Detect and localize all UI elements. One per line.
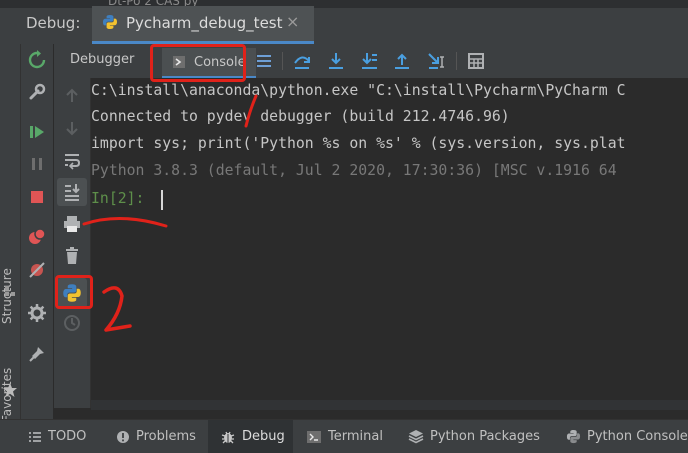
scroll-to-end-button[interactable] <box>57 178 87 206</box>
console-prompt: In[2]: <box>91 190 145 207</box>
bottom-tab-python-packages-label: Python Packages <box>430 429 540 444</box>
step-out-icon[interactable] <box>392 51 412 71</box>
stop-icon[interactable] <box>27 187 47 207</box>
console-input-caret[interactable] <box>161 190 163 210</box>
debug-toolbar <box>21 44 54 419</box>
debug-session-title: Pycharm_debug_test <box>126 14 283 32</box>
bottom-tab-python-console-label: Python Console <box>587 429 688 444</box>
bottom-tab-problems[interactable]: Problems <box>116 420 196 453</box>
scroll-to-end-icon <box>65 184 80 201</box>
console-line-version: Python 3.8.3 (default, Jul 2 2020, 17:30… <box>91 162 617 179</box>
tab-debugger[interactable]: Debugger <box>70 52 134 67</box>
trash-icon[interactable] <box>62 246 82 266</box>
python-icon <box>566 429 581 444</box>
python-icon <box>103 15 117 29</box>
debug-session-tab[interactable]: Pycharm_debug_test × <box>92 6 314 44</box>
view-breakpoints-icon[interactable] <box>27 227 47 247</box>
arrow-down-icon[interactable] <box>62 118 82 138</box>
console-line-connected: Connected to pydev debugger (build 212.4… <box>91 108 510 125</box>
console-horizontal-scrollbar[interactable] <box>91 400 688 410</box>
console-toolbar <box>54 78 91 408</box>
pause-icon[interactable] <box>27 154 47 174</box>
evaluate-expression-icon[interactable] <box>466 51 486 71</box>
debug-header: Dt-Po 2 CAS py Debug: Pycharm_debug_test… <box>0 0 688 45</box>
problems-icon <box>117 430 129 443</box>
soft-wrap-icon[interactable] <box>62 150 82 170</box>
step-into-my-code-icon[interactable] <box>359 51 379 71</box>
annotation-console-highlight <box>150 44 246 82</box>
bottom-tab-python-console[interactable]: Python Console <box>566 420 688 453</box>
step-over-icon[interactable] <box>292 51 312 71</box>
close-icon[interactable]: × <box>286 12 299 31</box>
star-icon <box>3 383 17 397</box>
bottom-tab-debug-label: Debug <box>242 429 285 444</box>
step-into-icon[interactable] <box>326 51 346 71</box>
left-tool-strip: Structure Favorites <box>0 44 21 422</box>
console-line-command: C:\install\anaconda\python.exe "C:\insta… <box>91 82 626 99</box>
run-to-cursor-icon[interactable] <box>426 51 448 71</box>
pin-icon[interactable] <box>27 344 47 364</box>
bottom-tab-todo-label: TODO <box>48 429 87 444</box>
history-icon[interactable] <box>62 313 82 333</box>
bug-icon <box>221 431 235 443</box>
terminal-icon <box>307 430 321 443</box>
print-icon[interactable] <box>62 214 82 234</box>
mute-breakpoints-icon[interactable] <box>27 260 47 280</box>
bottom-tab-todo[interactable]: TODO <box>28 420 86 453</box>
bottom-tab-python-packages[interactable]: Python Packages <box>408 420 540 453</box>
debug-window-label: Debug: <box>26 14 81 32</box>
todo-list-icon <box>29 431 41 442</box>
threads-frames-icon[interactable] <box>254 51 274 71</box>
bottom-tab-terminal-label: Terminal <box>328 429 383 444</box>
rerun-icon[interactable] <box>27 50 47 70</box>
structure-icon <box>5 286 15 296</box>
bottom-tab-terminal[interactable]: Terminal <box>306 420 383 453</box>
settings-wrench-icon[interactable] <box>27 82 47 102</box>
gear-icon[interactable] <box>27 303 47 323</box>
resume-icon[interactable] <box>27 122 47 142</box>
packages-icon <box>408 429 424 443</box>
console-line-import: import sys; print('Python %s on %s' % (s… <box>91 135 626 152</box>
console-output[interactable]: C:\install\anaconda\python.exe "C:\insta… <box>91 78 688 408</box>
bottom-tool-bar: TODO Problems Debug Terminal Python Pack… <box>0 419 688 453</box>
arrow-up-icon[interactable] <box>62 86 82 106</box>
bottom-tab-debug[interactable]: Debug <box>208 420 293 453</box>
annotation-python-console-highlight <box>55 275 93 309</box>
bottom-tab-problems-label: Problems <box>136 429 196 444</box>
